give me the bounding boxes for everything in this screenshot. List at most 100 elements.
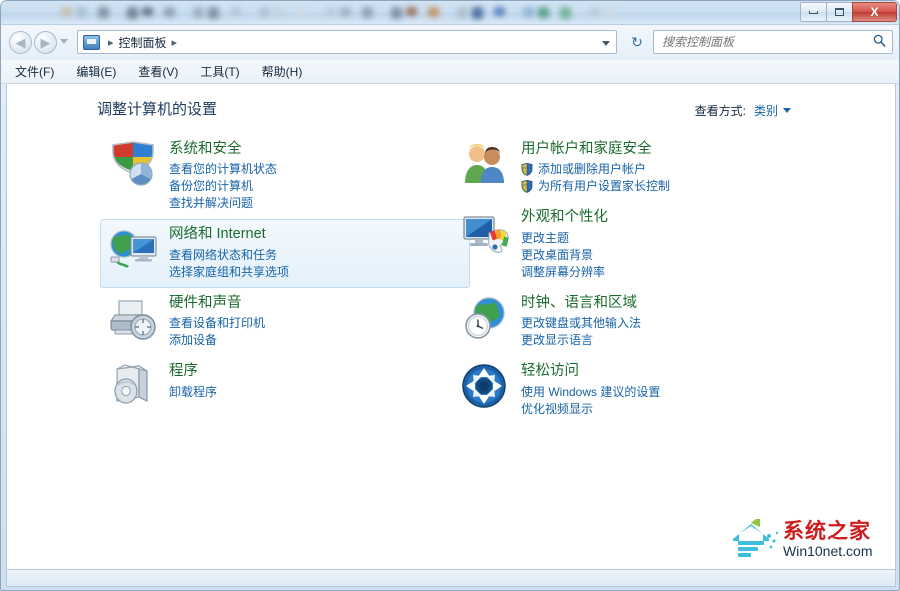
category-link[interactable]: 更改桌面背景 xyxy=(521,247,608,264)
refresh-icon: ↻ xyxy=(631,34,643,50)
category-link[interactable]: 查找并解决问题 xyxy=(169,195,277,212)
page-header: 调整计算机的设置 查看方式: 类别 xyxy=(7,84,895,134)
category-link-label: 更改桌面背景 xyxy=(521,247,594,262)
chevron-down-icon[interactable] xyxy=(783,108,791,113)
monitor-palette-icon xyxy=(461,209,515,259)
ease-of-access-icon xyxy=(461,363,515,413)
refresh-button[interactable]: ↻ xyxy=(626,32,648,53)
house-logo-icon xyxy=(729,517,783,561)
menu-help[interactable]: 帮助(H) xyxy=(262,63,303,80)
category-title[interactable]: 外观和个性化 xyxy=(521,209,608,226)
menu-view[interactable]: 查看(V) xyxy=(138,63,178,80)
breadcrumb-separator-icon-2[interactable]: ▸ xyxy=(172,36,178,49)
category-link[interactable]: 更改主题 xyxy=(521,230,608,247)
category-title[interactable]: 时钟、语言和区域 xyxy=(521,295,641,312)
category-clock-language-and-region[interactable]: 时钟、语言和区域 更改键盘或其他输入法 更改显示语言 xyxy=(452,288,822,356)
back-arrow-icon: ◀ xyxy=(15,35,26,50)
menu-edit[interactable]: 编辑(E) xyxy=(76,63,116,80)
category-link[interactable]: 选择家庭组和共享选项 xyxy=(169,264,289,281)
view-by-value[interactable]: 类别 xyxy=(754,102,778,119)
close-button[interactable]: X xyxy=(852,2,897,22)
category-link[interactable]: 更改键盘或其他输入法 xyxy=(521,315,641,332)
category-link[interactable]: 卸载程序 xyxy=(169,384,217,401)
category-programs[interactable]: 程序 卸载程序 xyxy=(100,356,470,420)
category-ease-of-access[interactable]: 轻松访问使用 Windows 建议的设置 优化视频显示 xyxy=(452,356,822,424)
category-link[interactable]: 查看您的计算机状态 xyxy=(169,161,277,178)
category-link-label: 查找并解决问题 xyxy=(169,196,254,211)
control-panel-icon xyxy=(83,34,100,50)
category-title[interactable]: 网络和 Internet xyxy=(169,226,289,243)
category-system-and-security[interactable]: 系统和安全查看您的计算机状态 备份您的计算机 查找并解决问题 xyxy=(100,134,470,219)
search-box[interactable] xyxy=(653,30,893,54)
category-link-label: 调整屏幕分辨率 xyxy=(521,264,606,279)
category-link[interactable]: 备份您的计算机 xyxy=(169,178,277,195)
category-link-label: 查看网络状态和任务 xyxy=(169,247,278,262)
globe-monitor-icon xyxy=(109,226,163,276)
category-link[interactable]: 更改显示语言 xyxy=(521,332,641,349)
category-user-accounts-and-family-safety[interactable]: 用户帐户和家庭安全 添加或删除用户帐户 为所有用户设置家长控制 xyxy=(452,134,822,202)
category-title[interactable]: 程序 xyxy=(169,363,217,380)
category-link[interactable]: 优化视频显示 xyxy=(521,401,660,418)
category-link-label: 更改键盘或其他输入法 xyxy=(521,316,642,331)
breadcrumb-control-panel[interactable]: 控制面板 xyxy=(119,34,167,51)
category-link[interactable]: 添加或删除用户帐户 xyxy=(521,161,670,178)
category-body: 用户帐户和家庭安全 添加或删除用户帐户 为所有用户设置家长控制 xyxy=(515,141,670,195)
category-link-label: 备份您的计算机 xyxy=(169,179,254,194)
minimize-button[interactable] xyxy=(800,2,827,22)
address-dropdown-icon[interactable] xyxy=(602,41,610,46)
category-link-label: 为所有用户设置家长控制 xyxy=(538,179,671,194)
category-body: 轻松访问使用 Windows 建议的设置 优化视频显示 xyxy=(515,363,660,417)
category-link-label: 优化视频显示 xyxy=(521,401,594,416)
search-icon[interactable] xyxy=(873,34,886,50)
category-body: 时钟、语言和区域 更改键盘或其他输入法 更改显示语言 xyxy=(515,295,641,349)
watermark-chinese: 系统之家 xyxy=(783,519,871,543)
history-dropdown-icon[interactable] xyxy=(60,39,68,44)
watermark-text: 系统之家 Win10net.com xyxy=(783,521,872,558)
back-button[interactable]: ◀ xyxy=(9,31,32,54)
category-link[interactable]: 使用 Windows 建议的设置 xyxy=(521,384,660,401)
category-column-left: 系统和安全查看您的计算机状态 备份您的计算机 查找并解决问题 网络和 Interne… xyxy=(100,134,470,420)
breadcrumb-separator-icon: ▸ xyxy=(108,36,114,49)
category-network-and-internet[interactable]: 网络和 Internet 查看网络状态和任务 选择家庭组和共享选项 xyxy=(100,219,470,288)
category-title[interactable]: 用户帐户和家庭安全 xyxy=(521,141,670,158)
blurred-toolbar-overlay xyxy=(61,3,761,23)
category-link-label: 添加或删除用户帐户 xyxy=(538,162,647,177)
menu-tools[interactable]: 工具(T) xyxy=(200,63,239,80)
search-input[interactable] xyxy=(660,34,873,50)
category-link-label: 更改主题 xyxy=(521,230,570,245)
category-link[interactable]: 查看设备和打印机 xyxy=(169,315,265,332)
category-title[interactable]: 硬件和声音 xyxy=(169,295,265,312)
category-link-label: 卸载程序 xyxy=(169,384,218,399)
forward-button[interactable]: ▶ xyxy=(34,31,57,54)
category-hardware-and-sound[interactable]: 硬件和声音查看设备和打印机 添加设备 xyxy=(100,288,470,356)
globe-clock-icon xyxy=(461,295,515,345)
window-controls: X xyxy=(800,2,897,22)
title-bar: X xyxy=(1,1,899,25)
maximize-button[interactable] xyxy=(826,2,853,22)
address-bar[interactable]: ▸ 控制面板 ▸ xyxy=(77,30,617,54)
programs-box-icon xyxy=(109,363,163,413)
status-bar xyxy=(6,570,896,587)
category-link[interactable]: 查看网络状态和任务 xyxy=(169,247,289,264)
category-body: 系统和安全查看您的计算机状态 备份您的计算机 查找并解决问题 xyxy=(163,141,277,212)
category-link-label: 查看您的计算机状态 xyxy=(169,162,278,177)
category-appearance-and-personalization[interactable]: 外观和个性化 更改主题更改桌面背景 调整屏幕分辨率 xyxy=(452,202,822,287)
close-icon: X xyxy=(870,5,879,19)
watermark-english: Win10net.com xyxy=(783,542,873,559)
content-pane: 调整计算机的设置 查看方式: 类别 系统和安全 查看您的计算机状态 备份您的计算机查… xyxy=(6,84,896,570)
category-body: 硬件和声音查看设备和打印机 添加设备 xyxy=(163,295,265,349)
category-body: 外观和个性化 更改主题更改桌面背景 调整屏幕分辨率 xyxy=(515,209,608,280)
category-link[interactable]: 调整屏幕分辨率 xyxy=(521,264,608,281)
category-link-label: 选择家庭组和共享选项 xyxy=(169,264,290,279)
category-link-label: 添加设备 xyxy=(169,333,218,348)
category-link[interactable]: 添加设备 xyxy=(169,332,265,349)
view-by-control[interactable]: 查看方式: 类别 xyxy=(695,102,791,119)
uac-shield-icon xyxy=(521,163,533,177)
menu-file[interactable]: 文件(F) xyxy=(15,63,54,80)
menu-bar: 文件(F) 编辑(E) 查看(V) 工具(T) 帮助(H) xyxy=(1,60,899,84)
forward-arrow-icon: ▶ xyxy=(40,35,51,50)
category-link[interactable]: 为所有用户设置家长控制 xyxy=(521,178,670,195)
category-title[interactable]: 系统和安全 xyxy=(169,141,277,158)
uac-shield-icon xyxy=(521,180,533,194)
category-title[interactable]: 轻松访问 xyxy=(521,363,660,380)
